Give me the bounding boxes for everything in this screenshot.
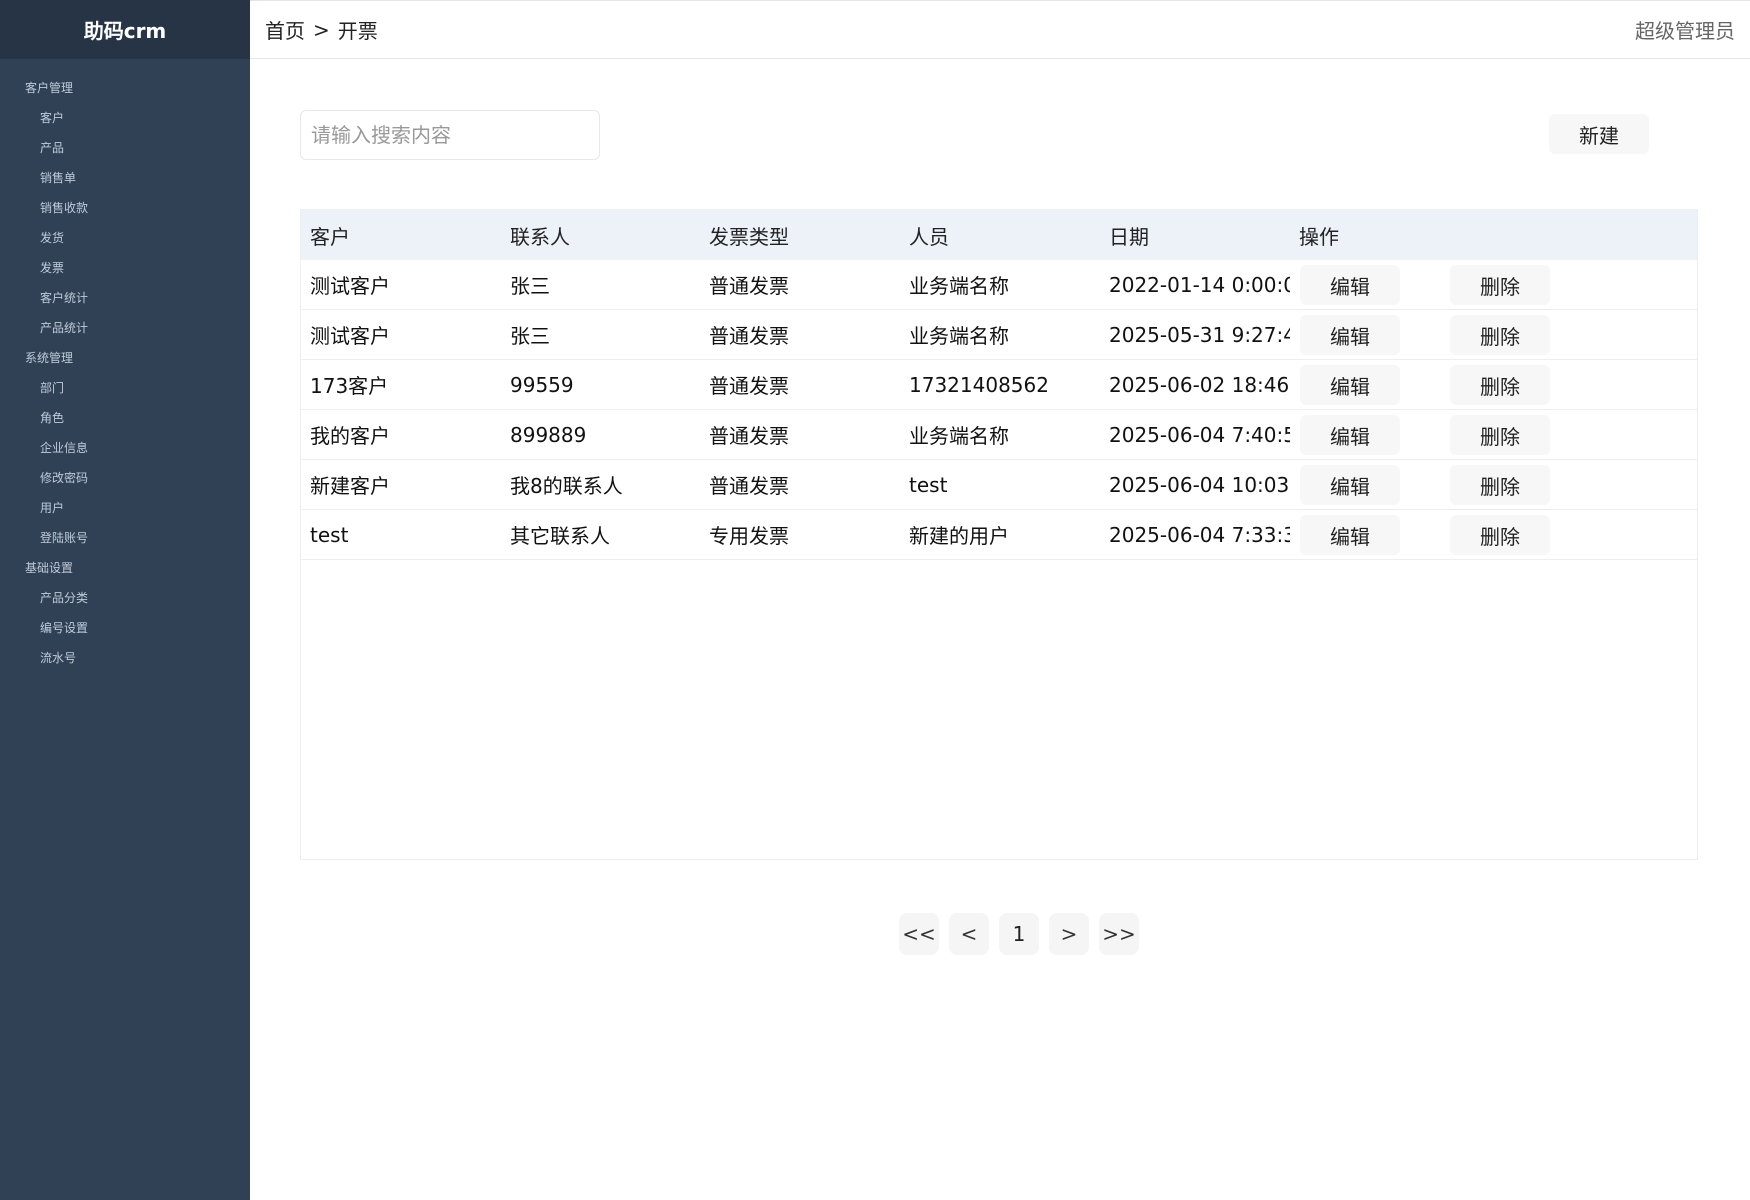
cell-customer: 我的客户	[310, 424, 390, 448]
sidebar-item-customer-stats[interactable]: 客户统计	[0, 283, 250, 313]
sidebar-item-shipment[interactable]: 发货	[0, 223, 250, 253]
sidebar-item-change-password[interactable]: 修改密码	[0, 463, 250, 493]
sidebar-item-role[interactable]: 角色	[0, 403, 250, 433]
cell-contact: 张三	[510, 274, 550, 298]
cell-date: 2025-06-04 7:33:33	[1109, 522, 1290, 547]
user-role[interactable]: 超级管理员	[1635, 15, 1735, 44]
cell-contact: 我8的联系人	[510, 474, 623, 498]
table-row: 173客户 99559 普通发票 17321408562 2025-06-02 …	[301, 360, 1697, 410]
sidebar-item-serial-number[interactable]: 流水号	[0, 643, 250, 673]
search-input[interactable]	[300, 110, 600, 160]
prev-page-button[interactable]: <	[949, 913, 989, 955]
cell-date: 2025-06-04 10:03:4	[1109, 472, 1290, 497]
new-button[interactable]: 新建	[1549, 114, 1649, 154]
last-page-button[interactable]: >>	[1099, 913, 1139, 955]
cell-customer: 测试客户	[310, 324, 390, 348]
sidebar-item-product-category[interactable]: 产品分类	[0, 583, 250, 613]
cell-staff: 17321408562	[909, 372, 1049, 397]
table-row: 测试客户 张三 普通发票 业务端名称 2025-05-31 9:27:41 编辑…	[301, 310, 1697, 360]
sidebar-item-product[interactable]: 产品	[0, 133, 250, 163]
sidebar-group-basic-settings[interactable]: 基础设置	[0, 553, 250, 583]
table-row: 新建客户 我8的联系人 普通发票 test 2025-06-04 10:03:4…	[301, 460, 1697, 510]
breadcrumb-current: 开票	[337, 19, 378, 43]
cell-invoice-type: 普通发票	[709, 424, 789, 448]
breadcrumb: 首页 > 开票	[265, 15, 378, 44]
table-row: 测试客户 张三 普通发票 业务端名称 2022-01-14 0:00:00 编辑…	[301, 260, 1697, 310]
cell-customer: 测试客户	[310, 274, 390, 298]
delete-button[interactable]: 删除	[1450, 465, 1550, 505]
cell-customer: test	[310, 522, 349, 547]
first-page-button[interactable]: <<	[899, 913, 939, 955]
cell-date: 2025-06-04 7:40:57	[1109, 422, 1290, 447]
cell-invoice-type: 专用发票	[709, 524, 789, 548]
app-title: 助码crm	[83, 19, 167, 43]
cell-staff: test	[909, 472, 948, 497]
cell-staff: 业务端名称	[909, 424, 1009, 448]
cell-customer: 173客户	[310, 374, 389, 398]
cell-invoice-type: 普通发票	[709, 274, 789, 298]
cell-contact: 899889	[510, 422, 587, 447]
delete-button[interactable]: 删除	[1450, 265, 1550, 305]
sidebar-item-department[interactable]: 部门	[0, 373, 250, 403]
edit-button[interactable]: 编辑	[1300, 365, 1400, 405]
column-header-contact: 联系人	[510, 224, 570, 249]
cell-staff: 新建的用户	[909, 524, 1009, 548]
table-header: 客户 联系人 发票类型 人员 日期 操作	[301, 210, 1697, 260]
edit-button[interactable]: 编辑	[1300, 515, 1400, 555]
column-header-date: 日期	[1109, 224, 1149, 249]
cell-staff: 业务端名称	[909, 324, 1009, 348]
cell-staff: 业务端名称	[909, 274, 1009, 298]
pagination: << < 1 > >>	[899, 913, 1149, 955]
brand: 助码crm	[0, 0, 250, 59]
edit-button[interactable]: 编辑	[1300, 415, 1400, 455]
table-row: 我的客户 899889 普通发票 业务端名称 2025-06-04 7:40:5…	[301, 410, 1697, 460]
sidebar-item-user[interactable]: 用户	[0, 493, 250, 523]
sidebar: 助码crm 客户管理 客户 产品 销售单 销售收款 发货 发票 客户统计 产品统…	[0, 0, 250, 1200]
cell-customer: 新建客户	[310, 474, 390, 498]
delete-button[interactable]: 删除	[1450, 315, 1550, 355]
column-header-customer: 客户	[310, 224, 350, 249]
cell-invoice-type: 普通发票	[709, 474, 789, 498]
column-header-actions: 操作	[1299, 224, 1339, 249]
invoice-table: 客户 联系人 发票类型 人员 日期 操作 测试客户 张三 普通发票 业务端名称 …	[300, 209, 1698, 860]
cell-invoice-type: 普通发票	[709, 374, 789, 398]
edit-button[interactable]: 编辑	[1300, 465, 1400, 505]
delete-button[interactable]: 删除	[1450, 365, 1550, 405]
page-number-button[interactable]: 1	[999, 913, 1039, 955]
column-header-staff: 人员	[909, 224, 949, 249]
cell-contact: 其它联系人	[510, 524, 610, 548]
sidebar-item-sales-order[interactable]: 销售单	[0, 163, 250, 193]
column-header-invoice-type: 发票类型	[709, 224, 789, 249]
sidebar-item-sales-receipt[interactable]: 销售收款	[0, 193, 250, 223]
sidebar-group-system-management[interactable]: 系统管理	[0, 343, 250, 373]
next-page-button[interactable]: >	[1049, 913, 1089, 955]
breadcrumb-home[interactable]: 首页	[265, 15, 305, 44]
cell-date: 2022-01-14 0:00:00	[1109, 272, 1290, 297]
cell-contact: 99559	[510, 372, 574, 397]
sidebar-menu: 客户管理 客户 产品 销售单 销售收款 发货 发票 客户统计 产品统计 系统管理…	[0, 59, 250, 673]
sidebar-item-invoice[interactable]: 发票	[0, 253, 250, 283]
delete-button[interactable]: 删除	[1450, 515, 1550, 555]
delete-button[interactable]: 删除	[1450, 415, 1550, 455]
cell-invoice-type: 普通发票	[709, 324, 789, 348]
edit-button[interactable]: 编辑	[1300, 265, 1400, 305]
sidebar-item-product-stats[interactable]: 产品统计	[0, 313, 250, 343]
sidebar-group-customer-management[interactable]: 客户管理	[0, 73, 250, 103]
edit-button[interactable]: 编辑	[1300, 315, 1400, 355]
breadcrumb-separator: >	[313, 17, 330, 42]
sidebar-item-login-account[interactable]: 登陆账号	[0, 523, 250, 553]
sidebar-item-number-settings[interactable]: 编号设置	[0, 613, 250, 643]
top-header: 首页 > 开票 超级管理员	[250, 0, 1750, 59]
sidebar-item-company-info[interactable]: 企业信息	[0, 433, 250, 463]
cell-date: 2025-05-31 9:27:41	[1109, 322, 1290, 347]
cell-date: 2025-06-02 18:46:3	[1109, 372, 1290, 397]
cell-contact: 张三	[510, 324, 550, 348]
table-row: test 其它联系人 专用发票 新建的用户 2025-06-04 7:33:33…	[301, 510, 1697, 560]
sidebar-item-customer[interactable]: 客户	[0, 103, 250, 133]
